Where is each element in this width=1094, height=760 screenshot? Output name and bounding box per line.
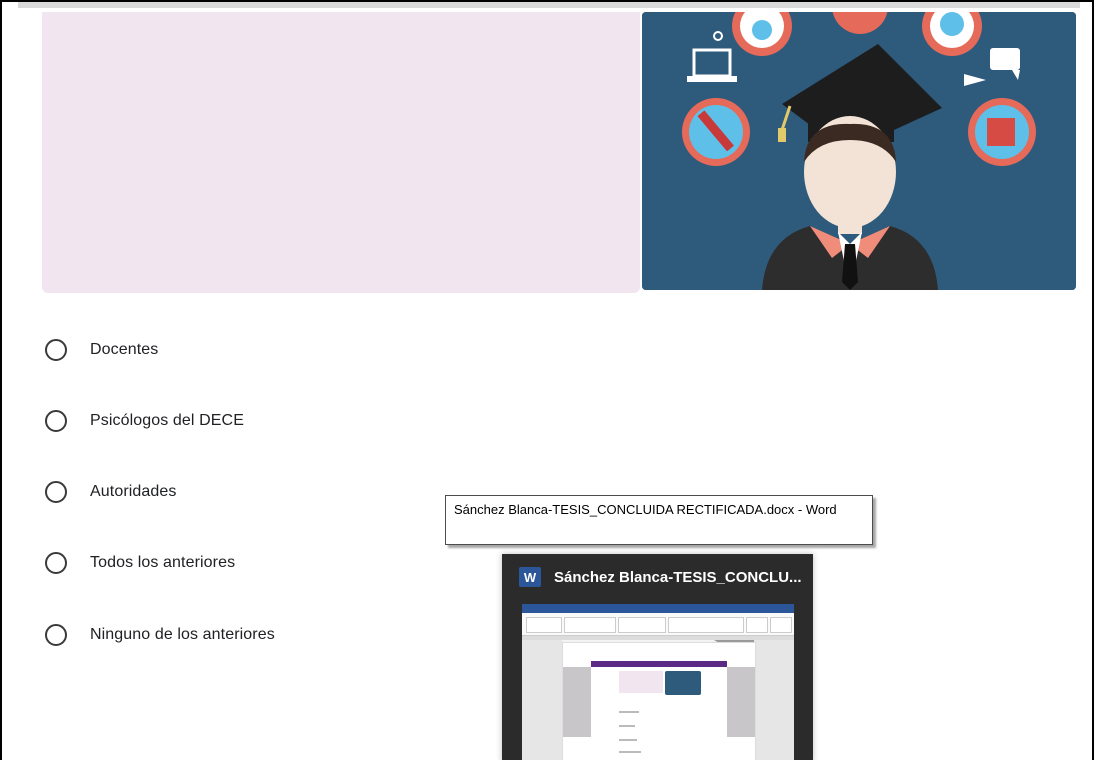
option-todos-anteriores[interactable]: Todos los anteriores — [42, 545, 442, 581]
option-label: Docentes — [90, 341, 159, 358]
thumbnail-line — [619, 739, 637, 741]
banner-card — [42, 12, 640, 293]
top-strip — [18, 2, 1080, 8]
thumbnail-ribbon — [522, 613, 794, 636]
thumbnail-form-header — [591, 661, 727, 667]
taskbar-window-preview[interactable]: W Sánchez Blanca-TESIS_CONCLU... — [502, 554, 813, 760]
thumbnail-side — [563, 667, 591, 737]
option-label: Autoridades — [90, 483, 177, 500]
option-ninguno-anteriores[interactable]: Ninguno de los anteriores — [42, 617, 442, 653]
thumbnail-image — [665, 671, 701, 695]
thumbnail-titlebar — [522, 604, 794, 613]
graduate-illustration — [642, 12, 1076, 290]
thumbnail-side — [727, 667, 755, 737]
option-label: Psicólogos del DECE — [90, 412, 244, 429]
radio-button[interactable] — [45, 624, 67, 646]
thumbnail-line — [619, 751, 641, 753]
radio-button[interactable] — [45, 552, 67, 574]
option-psicologos-dece[interactable]: Psicólogos del DECE — [42, 403, 442, 439]
option-autoridades[interactable]: Autoridades — [42, 474, 442, 510]
window-thumbnail[interactable] — [522, 604, 794, 760]
option-label: Ninguno de los anteriores — [90, 626, 275, 643]
radio-button[interactable] — [45, 339, 67, 361]
thumbnail-margin — [754, 640, 794, 760]
radio-button[interactable] — [45, 410, 67, 432]
thumbnail-line — [619, 711, 639, 713]
option-label: Todos los anteriores — [90, 554, 236, 571]
preview-title: Sánchez Blanca-TESIS_CONCLU... — [554, 568, 802, 586]
thumbnail-line — [619, 725, 635, 727]
window-tooltip: Sánchez Blanca-TESIS_CONCLUIDA RECTIFICA… — [445, 495, 873, 545]
preview-header: W Sánchez Blanca-TESIS_CONCLU... — [502, 554, 813, 600]
radio-button[interactable] — [45, 481, 67, 503]
option-docentes[interactable]: Docentes — [42, 332, 442, 368]
thumbnail-page — [562, 642, 756, 760]
word-icon: W — [519, 567, 547, 587]
thumbnail-card — [619, 671, 663, 693]
form-page: Docentes Psicólogos del DECE Autoridades… — [0, 0, 1094, 760]
thumbnail-margin — [522, 640, 562, 760]
